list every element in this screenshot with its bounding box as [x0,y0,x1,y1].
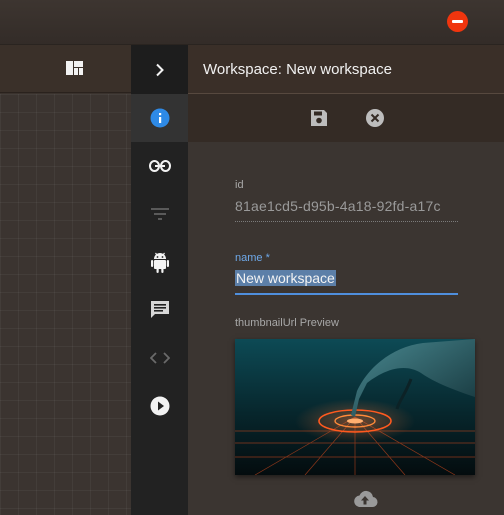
rail-item-comment[interactable] [131,286,188,334]
name-label: name * [235,252,270,264]
chevron-right-icon [155,63,164,77]
filter-icon [150,208,169,220]
save-icon[interactable] [309,108,329,128]
panel-title: Workspace: New workspace [203,61,392,78]
rail-item-info[interactable] [131,94,188,142]
panel-header: Workspace: New workspace [188,45,504,94]
link-icon [148,160,171,172]
canvas-grid[interactable] [0,94,131,515]
name-underline [235,293,458,295]
remove-circle-icon[interactable] [447,11,468,32]
top-bar [0,0,504,45]
thumbnail-label: thumbnailUrl Preview [235,317,339,329]
rail-item-filter[interactable] [131,190,188,238]
name-input[interactable]: New workspace [235,270,458,286]
cloud-upload-icon[interactable] [352,490,378,508]
side-rail [131,45,188,515]
comment-icon [150,301,169,318]
thumbnail-preview[interactable] [235,339,475,475]
android-icon [150,252,169,273]
id-field: 81ae1cd5-d95b-4a18-92fd-a17c [235,198,441,214]
name-input-value: New workspace [235,270,336,286]
panel-toolbar [188,94,504,142]
id-label: id [235,179,244,191]
rail-item-play[interactable] [131,382,188,430]
id-underline [235,221,458,222]
rail-item-code[interactable] [131,334,188,382]
thumbnail-image [235,339,475,475]
rail-item-android[interactable] [131,238,188,286]
expand-button[interactable] [131,46,188,94]
code-icon [149,352,170,364]
dashboard-icon[interactable] [66,61,83,75]
rail-item-link[interactable] [131,142,188,190]
info-icon [150,108,169,128]
play-icon [150,396,169,416]
cancel-icon[interactable] [365,108,385,128]
